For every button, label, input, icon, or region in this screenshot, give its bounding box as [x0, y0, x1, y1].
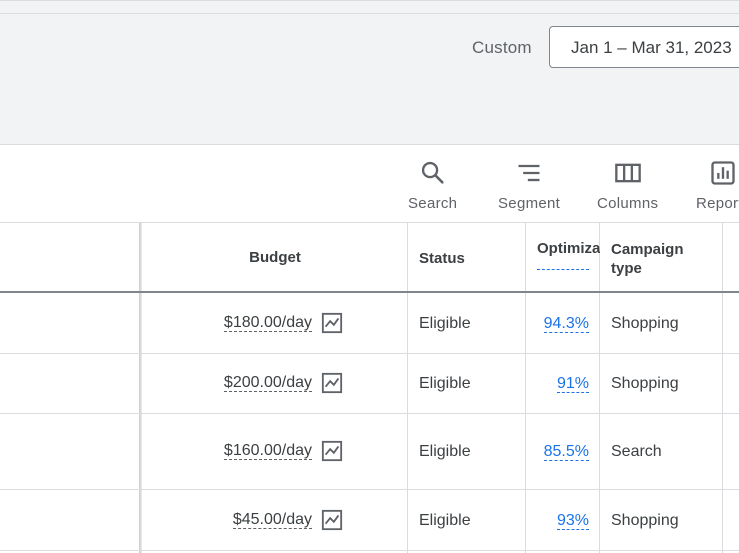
- budget-cell[interactable]: $160.00/day: [142, 442, 312, 460]
- date-preset-label: Custom: [472, 38, 532, 57]
- reports-button[interactable]: Reports: [696, 159, 739, 212]
- budget-value: $45.00/day: [232, 511, 312, 529]
- header-budget[interactable]: Budget: [142, 249, 408, 266]
- header-optimization-score[interactable]: Optimization score: [526, 240, 600, 270]
- trend-chart-icon[interactable]: [321, 509, 343, 531]
- header-status[interactable]: Status: [419, 250, 465, 267]
- search-label: Search: [408, 195, 458, 212]
- budget-value: $200.00/day: [223, 374, 312, 392]
- header-optimization-label: Optimization score: [537, 240, 600, 257]
- budget-cell[interactable]: $180.00/day: [142, 314, 312, 332]
- header-campaign-type-line2: type: [611, 260, 642, 277]
- columns-button[interactable]: Columns: [597, 159, 658, 212]
- table-toolbar: Search Segment Columns Reports: [0, 147, 739, 223]
- status-cell: Eligible: [419, 512, 471, 529]
- budget-cell[interactable]: $45.00/day: [142, 511, 312, 529]
- optimization-score-link[interactable]: 91%: [556, 375, 589, 393]
- reports-label: Reports: [696, 195, 739, 212]
- table-row: $160.00/day Eligible 85.5% Search: [0, 414, 739, 490]
- table-row: $200.00/day Eligible 91% Shopping: [0, 354, 739, 414]
- trend-chart-icon[interactable]: [321, 372, 343, 394]
- table-header: Budget Status Optimization score Campaig…: [0, 223, 739, 293]
- campaign-type-cell: Shopping: [611, 512, 679, 529]
- table-row: $180.00/day Eligible 94.3% Shopping: [0, 293, 739, 354]
- columns-icon: [614, 163, 641, 183]
- divider: [0, 13, 739, 14]
- table-row: $45.00/day Eligible 93% Shopping: [0, 490, 739, 551]
- segment-label: Segment: [498, 195, 561, 212]
- status-cell: Eligible: [419, 315, 471, 332]
- optimization-score-link[interactable]: 85.5%: [543, 443, 589, 461]
- search-button[interactable]: Search: [408, 159, 457, 212]
- campaign-type-cell: Search: [611, 443, 662, 460]
- optimization-score-cell[interactable]: 85.5%: [526, 443, 589, 461]
- campaign-type-cell: Shopping: [611, 375, 679, 392]
- segment-icon: [518, 164, 540, 182]
- budget-cell[interactable]: $200.00/day: [142, 374, 312, 392]
- status-cell: Eligible: [419, 375, 471, 392]
- trend-chart-icon[interactable]: [321, 312, 343, 334]
- trend-chart-icon[interactable]: [321, 440, 343, 462]
- optimization-score-cell[interactable]: 94.3%: [526, 315, 589, 333]
- budget-value: $180.00/day: [223, 314, 312, 332]
- optimization-score-link[interactable]: 94.3%: [543, 315, 589, 333]
- optimization-score-link[interactable]: 93%: [556, 512, 589, 530]
- budget-value: $160.00/day: [223, 442, 312, 460]
- columns-label: Columns: [597, 195, 659, 212]
- segment-button[interactable]: Segment: [498, 159, 560, 212]
- header-panel: Custom Jan 1 – Mar 31, 2023: [0, 0, 739, 145]
- optimization-score-cell[interactable]: 93%: [526, 512, 589, 530]
- status-cell: Eligible: [419, 443, 471, 460]
- date-range-picker[interactable]: Jan 1 – Mar 31, 2023: [549, 26, 739, 68]
- optimization-score-cell[interactable]: 91%: [526, 375, 589, 393]
- dashed-underline: [537, 269, 589, 270]
- reports-icon: [711, 161, 735, 185]
- search-icon: [421, 161, 444, 184]
- header-campaign-type-line1: Campaign: [611, 241, 684, 258]
- header-campaign-type[interactable]: Campaign type: [611, 240, 684, 278]
- campaign-type-cell: Shopping: [611, 315, 679, 332]
